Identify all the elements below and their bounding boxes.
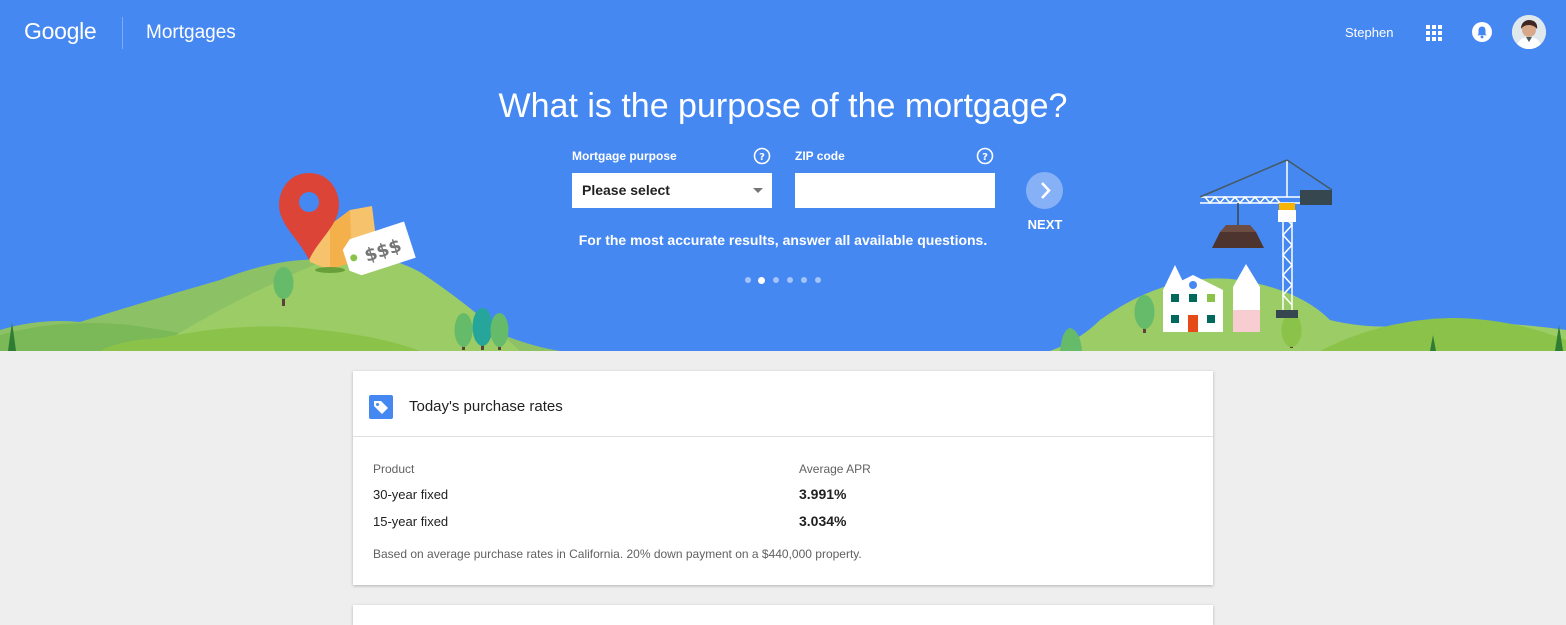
card-title: Today's purchase rates [409, 398, 563, 415]
house-icon [1163, 264, 1260, 332]
column-header-product: Product [373, 462, 415, 476]
help-icon[interactable]: ? [753, 147, 771, 165]
mortgage-purpose-value: Please select [582, 182, 670, 198]
dropdown-caret-icon [753, 188, 763, 193]
table-row-product: 15-year fixed [373, 514, 449, 529]
step-dot[interactable] [815, 277, 821, 283]
next-button[interactable] [1026, 172, 1063, 209]
zip-code-label: ZIP code [795, 149, 845, 163]
google-logo[interactable]: Google [24, 18, 97, 45]
next-label[interactable]: NEXT [1026, 217, 1064, 232]
step-dot[interactable] [745, 277, 751, 283]
step-dot[interactable] [801, 277, 807, 283]
hero-banner: $$$ Google Mortgages Stephen What is the… [0, 0, 1566, 351]
avatar[interactable] [1512, 15, 1546, 49]
top-app-bar: Google Mortgages Stephen [0, 0, 1566, 66]
price-tag-icon [369, 395, 393, 419]
notifications-bell-icon[interactable] [1471, 21, 1493, 43]
header-divider [122, 17, 123, 49]
mortgage-purpose-select[interactable]: Please select [572, 173, 772, 208]
step-dot-active[interactable] [758, 277, 765, 284]
profile-photo-icon [1512, 15, 1546, 49]
apps-grid-icon[interactable] [1425, 24, 1443, 42]
zip-code-input[interactable] [795, 173, 995, 208]
card-header: Today's purchase rates [353, 371, 1213, 437]
next-card [353, 605, 1213, 625]
product-title[interactable]: Mortgages [146, 22, 236, 44]
svg-text:?: ? [982, 152, 988, 163]
help-icon[interactable]: ? [976, 147, 994, 165]
svg-text:?: ? [759, 152, 765, 163]
step-dot[interactable] [787, 277, 793, 283]
table-row-apr: 3.991% [799, 486, 847, 502]
tree-icon [454, 308, 509, 350]
hint-text: For the most accurate results, answer al… [578, 232, 988, 248]
step-dot[interactable] [773, 277, 779, 283]
chevron-right-icon [1041, 182, 1051, 199]
rates-footnote: Based on average purchase rates in Calif… [373, 547, 862, 561]
table-row-product: 30-year fixed [373, 487, 449, 502]
page-heading: What is the purpose of the mortgage? [498, 87, 1068, 125]
mortgage-purpose-label: Mortgage purpose [572, 149, 677, 163]
purchase-rates-card: Today's purchase rates Product Average A… [353, 371, 1213, 585]
account-name[interactable]: Stephen [1345, 25, 1393, 40]
table-row-apr: 3.034% [799, 513, 847, 529]
column-header-apr: Average APR [799, 462, 871, 476]
